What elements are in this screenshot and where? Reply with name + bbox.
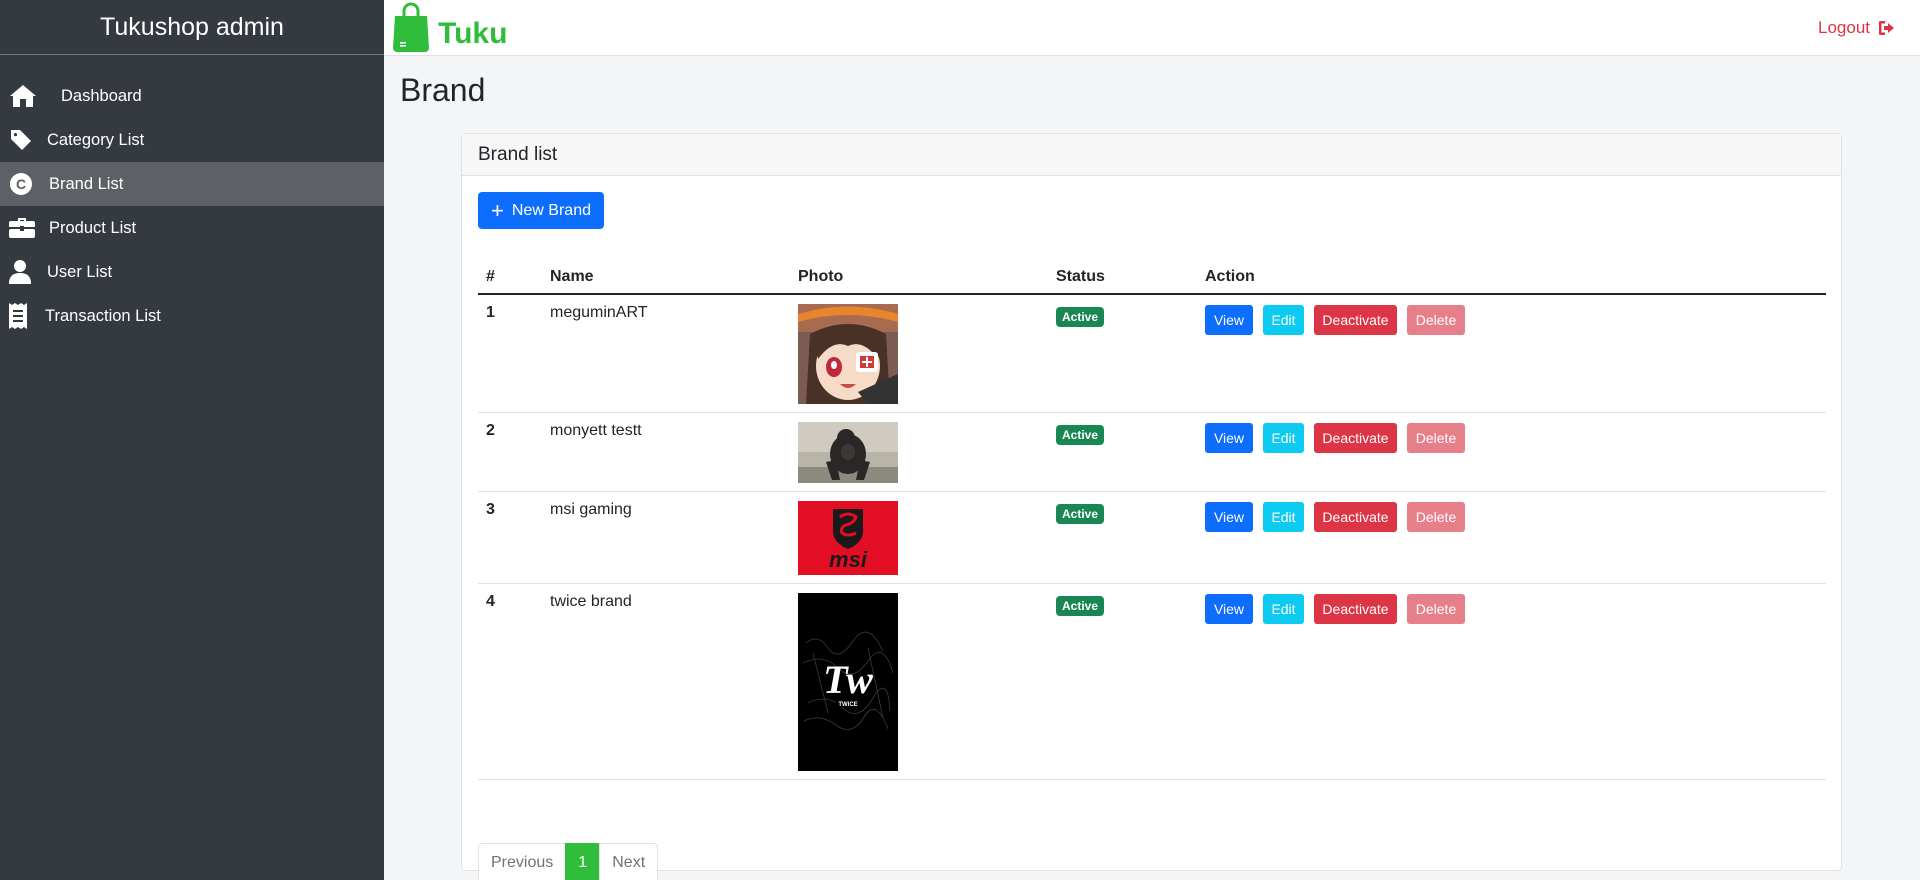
user-icon — [9, 258, 37, 286]
delete-button[interactable]: Delete — [1407, 423, 1465, 453]
sidebar-item-label: Transaction List — [45, 306, 161, 325]
sidebar-item-label: Dashboard — [61, 86, 142, 105]
svg-text:msi: msi — [829, 547, 868, 572]
edit-button[interactable]: Edit — [1263, 423, 1304, 453]
delete-button[interactable]: Delete — [1407, 502, 1465, 532]
actions-cell: View Edit Deactivate Delete — [1197, 583, 1826, 780]
brand-photo-cell: msi — [790, 491, 1048, 584]
view-button[interactable]: View — [1205, 423, 1253, 453]
edit-button[interactable]: Edit — [1263, 594, 1304, 624]
sidebar: Tukushop admin Dashboard Category List C… — [0, 0, 384, 880]
sidebar-nav: Dashboard Category List C Brand List Pro… — [0, 74, 384, 338]
topbar: Tuku Logout — [384, 0, 1920, 56]
sidebar-item-transaction-list[interactable]: Transaction List — [0, 294, 384, 338]
briefcase-icon — [9, 214, 39, 242]
brand-photo-twice: Tw TWICE — [798, 593, 898, 771]
svg-text:C: C — [16, 176, 26, 192]
status-badge: Active — [1056, 596, 1105, 616]
table-row: 3 msi gaming msi Active View Edit Deacti… — [478, 491, 1826, 584]
edit-button[interactable]: Edit — [1263, 502, 1304, 532]
plus-icon: + — [490, 197, 504, 223]
sidebar-title: Tukushop admin — [0, 0, 384, 55]
brand-name: msi gaming — [542, 491, 790, 584]
brand-name: twice brand — [542, 583, 790, 780]
brand-photo-gorilla — [798, 422, 898, 483]
svg-text:Tw: Tw — [823, 657, 873, 702]
status-badge: Active — [1056, 307, 1105, 327]
brand-list-card: Brand list + New Brand # Name Photo Stat… — [461, 133, 1842, 880]
view-button[interactable]: View — [1205, 305, 1253, 335]
new-brand-label: New Brand — [511, 201, 591, 219]
receipt-icon — [9, 302, 35, 330]
sidebar-item-label: User List — [47, 262, 113, 281]
status-cell: Active — [1048, 491, 1197, 584]
deactivate-button[interactable]: Deactivate — [1314, 305, 1397, 335]
new-brand-button[interactable]: + New Brand — [478, 192, 604, 229]
sidebar-item-brand-list[interactable]: C Brand List — [0, 162, 384, 206]
delete-button[interactable]: Delete — [1407, 594, 1465, 624]
sidebar-item-user-list[interactable]: User List — [0, 250, 384, 294]
view-button[interactable]: View — [1205, 594, 1253, 624]
deactivate-button[interactable]: Deactivate — [1314, 594, 1397, 624]
brand-photo-cell — [790, 294, 1048, 413]
table-header-row: # Name Photo Status Action — [478, 261, 1826, 295]
brand-name: Tuku — [438, 16, 508, 50]
row-number: 1 — [478, 294, 542, 413]
status-cell: Active — [1048, 412, 1197, 492]
column-header-photo: Photo — [790, 261, 1048, 295]
brand-logo[interactable]: Tuku — [392, 2, 507, 59]
row-number: 2 — [478, 412, 542, 492]
home-icon — [9, 82, 43, 110]
column-header-name: Name — [542, 261, 790, 295]
row-number: 3 — [478, 491, 542, 584]
sidebar-item-label: Category List — [47, 130, 145, 149]
svg-text:TWICE: TWICE — [838, 702, 857, 708]
tag-icon — [9, 126, 37, 154]
card-header: Brand list — [462, 134, 1841, 176]
column-header-num: # — [478, 261, 542, 295]
actions-cell: View Edit Deactivate Delete — [1197, 412, 1826, 492]
logout-icon — [1879, 21, 1894, 35]
table-row: 2 monyett testt Active View Edit Deactiv… — [478, 412, 1826, 492]
brand-photo-anime — [798, 304, 898, 404]
brand-photo-cell — [790, 412, 1048, 492]
deactivate-button[interactable]: Deactivate — [1314, 502, 1397, 532]
brand-name: monyett testt — [542, 412, 790, 492]
sidebar-item-label: Product List — [49, 218, 137, 237]
actions-cell: View Edit Deactivate Delete — [1197, 294, 1826, 413]
status-cell: Active — [1048, 583, 1197, 780]
page-title: Brand — [400, 72, 486, 108]
sidebar-item-dashboard[interactable]: Dashboard — [0, 74, 384, 118]
status-cell: Active — [1048, 294, 1197, 413]
column-header-action: Action — [1197, 261, 1826, 295]
pagination: Previous 1 Next — [478, 843, 659, 880]
logout-label: Logout — [1818, 18, 1870, 37]
brand-table: # Name Photo Status Action 1 meguminART — [478, 261, 1826, 780]
table-row: 1 meguminART Active View Edit Deactivate… — [478, 294, 1826, 413]
brand-name: meguminART — [542, 294, 790, 413]
sidebar-item-category-list[interactable]: Category List — [0, 118, 384, 162]
status-badge: Active — [1056, 504, 1105, 524]
sidebar-item-label: Brand List — [49, 174, 124, 193]
brand-photo-msi: msi — [798, 501, 898, 575]
shopping-bag-icon — [392, 2, 430, 59]
status-badge: Active — [1056, 425, 1105, 445]
logout-button[interactable]: Logout — [1818, 18, 1896, 38]
pagination-page-1[interactable]: 1 — [565, 843, 601, 880]
pagination-previous[interactable]: Previous — [478, 843, 567, 880]
brand-photo-cell: Tw TWICE — [790, 583, 1048, 780]
actions-cell: View Edit Deactivate Delete — [1197, 491, 1826, 584]
column-header-status: Status — [1048, 261, 1197, 295]
edit-button[interactable]: Edit — [1263, 305, 1304, 335]
delete-button[interactable]: Delete — [1407, 305, 1465, 335]
copyright-icon: C — [9, 170, 39, 198]
table-row: 4 twice brand Tw TWICE Active View Edit … — [478, 583, 1826, 780]
view-button[interactable]: View — [1205, 502, 1253, 532]
row-number: 4 — [478, 583, 542, 780]
sidebar-item-product-list[interactable]: Product List — [0, 206, 384, 250]
deactivate-button[interactable]: Deactivate — [1314, 423, 1397, 453]
pagination-next[interactable]: Next — [599, 843, 659, 880]
